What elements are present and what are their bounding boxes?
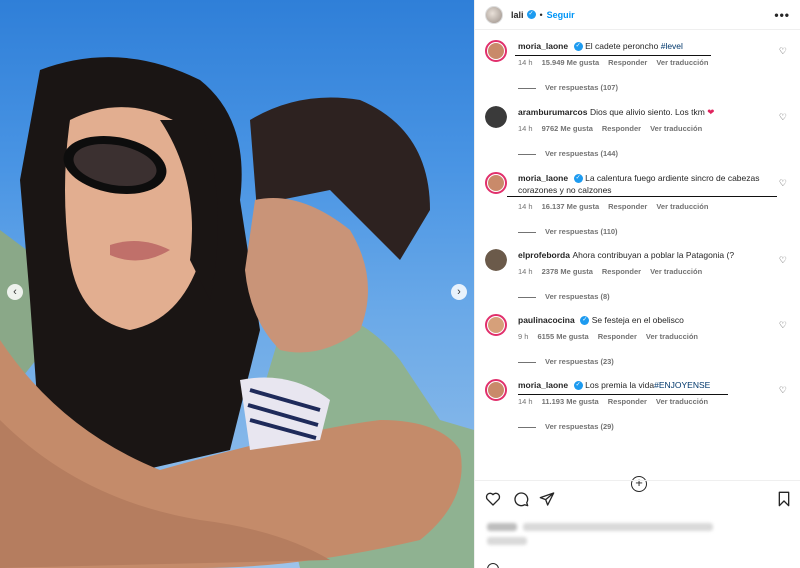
comments-list: moria_laone ✓ El cadete peroncho #level … (475, 30, 800, 492)
comment-like-heart-icon[interactable]: ♡ (779, 255, 787, 266)
view-replies-label: Ver respuestas (110) (545, 227, 618, 236)
view-replies-label: Ver respuestas (107) (545, 83, 618, 92)
view-replies-label: Ver respuestas (23) (545, 357, 614, 366)
carousel-prev-button[interactable]: ‹ (7, 284, 23, 300)
author-username[interactable]: lali (511, 10, 524, 20)
view-replies-button[interactable]: Ver respuestas (144) (518, 148, 778, 160)
comment-username[interactable]: paulinacocina (518, 315, 575, 325)
reply-button[interactable]: Responder (602, 123, 641, 135)
post-side-panel: lali ✓ • Seguir ••• moria_laone ✓ El cad… (474, 0, 800, 568)
comment-item: moria_laone ✓ Los premia la vida#ENJOYEN… (485, 379, 791, 433)
comment-like-heart-icon[interactable]: ♡ (779, 112, 787, 123)
comment-text: Se festeja en el obelisco (591, 315, 684, 325)
comment-likes[interactable]: 6155 Me gusta (537, 331, 588, 343)
comment-username[interactable]: elprofeborda (518, 250, 570, 260)
comment-item: elprofeborda Ahora contribuyan a poblar … (485, 249, 791, 303)
comment-like-heart-icon[interactable]: ♡ (779, 385, 787, 396)
emoji-icon[interactable] (487, 563, 499, 568)
comment-item: paulinacocina ✓ Se festeja en el obelisc… (485, 314, 791, 368)
translate-button[interactable]: Ver traducción (656, 201, 708, 213)
view-replies-button[interactable]: Ver respuestas (110) (518, 226, 778, 238)
comment-like-heart-icon[interactable]: ♡ (779, 46, 787, 57)
comment-time: 14 h (518, 58, 533, 67)
view-replies-button[interactable]: Ver respuestas (107) (518, 82, 778, 94)
annotation-underline (515, 55, 711, 56)
verified-badge-icon: ✓ (526, 10, 536, 19)
comment-text: Ahora contribuyan a poblar la Patagonia … (572, 250, 735, 260)
comment-hashtag[interactable]: #level (661, 41, 683, 51)
comment-item: moria_laone ✓ La calentura fuego ardient… (485, 172, 791, 238)
commenter-avatar[interactable] (485, 172, 507, 194)
red-heart-emoji: ❤ (707, 107, 715, 117)
blurred-likes-text (523, 523, 713, 531)
comment-username[interactable]: moria_laone (518, 380, 568, 390)
commenter-avatar[interactable] (485, 379, 507, 401)
comment-item: moria_laone ✓ El cadete peroncho #level … (485, 40, 791, 94)
reply-button[interactable]: Responder (602, 266, 641, 278)
comment-time: 14 h (518, 124, 533, 133)
comment-likes[interactable]: 9762 Me gusta (542, 123, 593, 135)
commenter-avatar[interactable] (485, 249, 507, 271)
separator-dot: • (539, 9, 543, 20)
view-replies-button[interactable]: Ver respuestas (23) (518, 356, 778, 368)
blurred-likes-text (487, 523, 517, 531)
blurred-date-text (487, 537, 527, 545)
comment-time: 14 h (518, 397, 533, 406)
view-replies-button[interactable]: Ver respuestas (8) (518, 291, 778, 303)
comment-username[interactable]: moria_laone (518, 41, 568, 51)
view-replies-label: Ver respuestas (8) (545, 292, 610, 301)
heart-icon[interactable] (485, 491, 501, 507)
author-avatar[interactable] (485, 5, 503, 24)
reply-button[interactable]: Responder (608, 201, 647, 213)
couple-selfie-image (0, 57, 474, 568)
follow-button[interactable]: Seguir (547, 10, 575, 20)
view-replies-label: Ver respuestas (144) (545, 149, 618, 158)
view-replies-label: Ver respuestas (29) (545, 422, 614, 431)
reply-button[interactable]: Responder (608, 57, 647, 69)
comment-like-heart-icon[interactable]: ♡ (779, 178, 787, 189)
comment-icon[interactable] (513, 491, 529, 507)
verified-badge-icon: ✓ (573, 174, 583, 184)
comment-hashtag[interactable]: #ENJOYENSE (654, 380, 710, 390)
comment-username[interactable]: aramburumarcos (518, 107, 587, 117)
translate-button[interactable]: Ver traducción (650, 123, 702, 135)
commenter-avatar[interactable] (485, 314, 507, 336)
comment-likes[interactable]: 11.193 Me gusta (542, 396, 599, 408)
verified-badge-icon: ✓ (580, 316, 590, 326)
translate-button[interactable]: Ver traducción (656, 396, 708, 408)
reply-button[interactable]: Responder (598, 331, 637, 343)
translate-button[interactable]: Ver traducción (656, 57, 708, 69)
annotation-underline (507, 196, 777, 197)
carousel-next-button[interactable]: › (451, 284, 467, 300)
commenter-avatar[interactable] (485, 106, 507, 128)
paper-plane-icon[interactable] (539, 491, 555, 507)
bookmark-icon[interactable] (777, 491, 791, 507)
comment-item: aramburumarcos Dios que alivio siento. L… (485, 106, 791, 160)
verified-badge-icon: ✓ (573, 381, 583, 391)
comment-time: 14 h (518, 267, 533, 276)
post-photo[interactable]: ‹ › (0, 0, 474, 568)
comment-time: 14 h (518, 202, 533, 211)
comment-text: El cadete peroncho (585, 41, 661, 51)
translate-button[interactable]: Ver traducción (650, 266, 702, 278)
post-actions-bar (475, 480, 800, 568)
comment-like-heart-icon[interactable]: ♡ (779, 320, 787, 331)
comment-likes[interactable]: 16.137 Me gusta (542, 201, 600, 213)
more-options-icon[interactable]: ••• (774, 8, 790, 22)
post-header: lali ✓ • Seguir ••• (475, 0, 800, 30)
comment-text: Los premia la vida (585, 380, 655, 390)
verified-badge-icon: ✓ (573, 42, 583, 52)
comment-likes[interactable]: 2378 Me gusta (542, 266, 593, 278)
comment-likes[interactable]: 15.949 Me gusta (542, 57, 600, 69)
reply-button[interactable]: Responder (608, 396, 647, 408)
comment-text: Dios que alivio siento. Los tkm (589, 107, 705, 117)
translate-button[interactable]: Ver traducción (646, 331, 698, 343)
annotation-underline (518, 394, 728, 395)
view-replies-button[interactable]: Ver respuestas (29) (518, 421, 778, 433)
comment-time: 9 h (518, 332, 529, 341)
commenter-avatar[interactable] (485, 40, 507, 62)
comment-username[interactable]: moria_laone (518, 173, 568, 183)
